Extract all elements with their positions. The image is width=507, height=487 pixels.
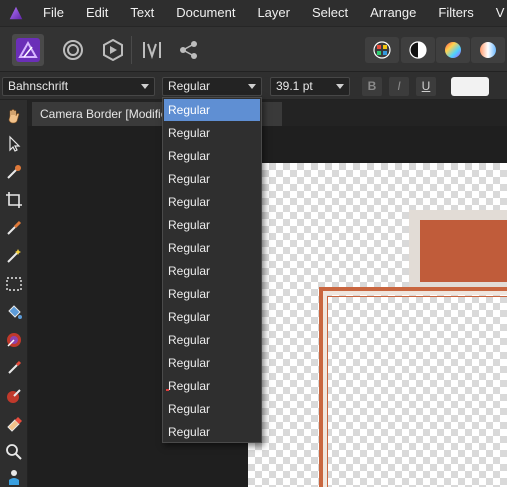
dropdown-option[interactable]: Regular <box>164 99 260 121</box>
menu-filters[interactable]: Filters <box>427 0 484 26</box>
color-picker-icon[interactable] <box>2 160 26 184</box>
font-family-select[interactable]: Bahnschrift <box>2 77 155 96</box>
dropdown-option[interactable]: Regular <box>164 421 260 443</box>
selection-brush-icon[interactable] <box>2 216 26 240</box>
paint-brush-icon[interactable] <box>2 356 26 380</box>
dropdown-option[interactable]: Regular <box>164 283 260 305</box>
photo-persona-icon[interactable] <box>97 34 129 66</box>
zoom-tool-icon[interactable] <box>2 440 26 464</box>
dropdown-option[interactable]: Regular <box>164 122 260 144</box>
menu-edit[interactable]: Edit <box>75 0 119 26</box>
font-style-dropdown[interactable]: Regular Regular Regular Regular Regular … <box>162 97 262 443</box>
dropdown-option[interactable]: Regular <box>164 237 260 259</box>
dropdown-option[interactable]: Regular <box>164 329 260 351</box>
designer-persona-icon[interactable] <box>57 34 89 66</box>
dropdown-option[interactable]: Regular <box>164 260 260 282</box>
bold-button[interactable]: B <box>362 77 382 96</box>
dropdown-option[interactable]: Regular <box>164 214 260 236</box>
dropdown-option[interactable]: Regular <box>164 398 260 420</box>
move-tool-icon[interactable] <box>2 132 26 156</box>
font-family-value: Bahnschrift <box>8 79 69 93</box>
flood-fill-icon[interactable] <box>2 300 26 324</box>
hand-tool-icon[interactable] <box>2 104 26 128</box>
clone-brush-icon[interactable] <box>2 384 26 408</box>
gradient-tool-icon[interactable] <box>2 328 26 352</box>
contrast-icon[interactable] <box>401 37 435 63</box>
menu-text[interactable]: Text <box>119 0 165 26</box>
chevron-down-icon <box>248 84 256 89</box>
menu-select[interactable]: Select <box>301 0 359 26</box>
menu-view[interactable]: V <box>485 0 507 26</box>
dropdown-option[interactable]: Regular <box>164 191 260 213</box>
font-style-value: Regular <box>168 79 211 93</box>
font-size-value: 39.1 pt <box>276 79 313 93</box>
font-style-select[interactable]: Regular <box>162 77 262 96</box>
chevron-down-icon <box>141 84 149 89</box>
dropdown-option[interactable]: Regular <box>164 375 260 397</box>
person-tool-icon[interactable] <box>2 464 26 487</box>
dropdown-option[interactable]: Regular <box>164 145 260 167</box>
menu-document[interactable]: Document <box>165 0 246 26</box>
color-wheel-icon[interactable] <box>365 37 399 63</box>
main-toolbar <box>0 26 507 72</box>
hue-circle-icon[interactable] <box>436 37 470 63</box>
menu-bar: File Edit Text Document Layer Select Arr… <box>0 0 507 26</box>
menu-file[interactable]: File <box>32 0 75 26</box>
tools-panel <box>0 100 28 487</box>
orange-frame-inner-line <box>327 296 507 487</box>
gradient-circle-icon[interactable] <box>471 37 505 63</box>
text-color-swatch[interactable] <box>451 77 489 96</box>
italic-button[interactable]: I <box>389 77 409 96</box>
publisher-persona-icon[interactable] <box>12 34 44 66</box>
dropdown-option[interactable]: Regular <box>164 352 260 374</box>
dropdown-option[interactable]: Regular <box>164 306 260 328</box>
crop-tool-icon[interactable] <box>2 188 26 212</box>
dropdown-option[interactable]: Regular <box>164 168 260 190</box>
share-icon[interactable] <box>173 34 205 66</box>
font-size-select[interactable]: 39.1 pt <box>270 77 350 96</box>
magic-wand-icon[interactable] <box>2 244 26 268</box>
export-persona-icon[interactable] <box>136 34 168 66</box>
eraser-tool-icon[interactable] <box>2 412 26 436</box>
toolbar-separator <box>131 36 132 64</box>
chevron-down-icon <box>336 84 344 89</box>
marquee-tool-icon[interactable] <box>2 272 26 296</box>
context-toolbar: Bahnschrift Regular 39.1 pt B I U <box>0 72 507 100</box>
menu-arrange[interactable]: Arrange <box>359 0 427 26</box>
orange-rectangle[interactable] <box>420 220 507 282</box>
document-tab-bar: Camera Border [Modified] <box>28 100 507 126</box>
menu-layer[interactable]: Layer <box>246 0 301 26</box>
cursor-marker <box>166 389 169 391</box>
underline-button[interactable]: U <box>416 77 436 96</box>
